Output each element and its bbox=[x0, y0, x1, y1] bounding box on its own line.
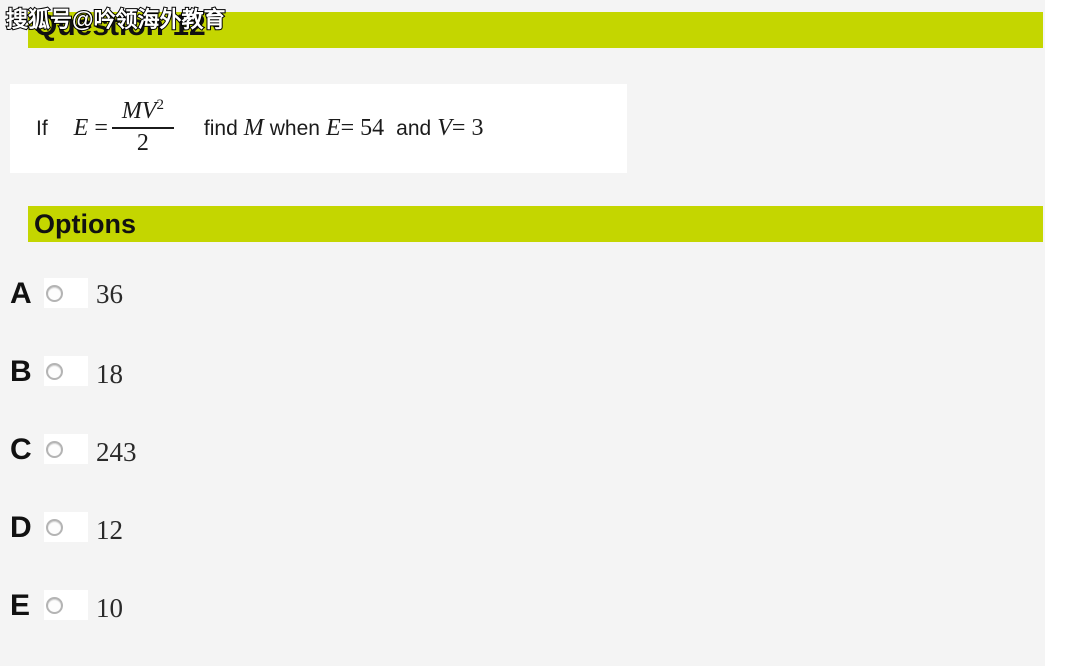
fraction-numerator-exponent: 2 bbox=[156, 97, 164, 114]
equation-unknown-symbol: M bbox=[243, 115, 264, 141]
equation-lhs-symbol: E bbox=[73, 115, 89, 141]
option-value-e: 10 bbox=[96, 593, 123, 623]
option-row-d[interactable]: D 12 bbox=[0, 510, 1045, 588]
fraction-bar bbox=[111, 126, 174, 129]
fraction-denominator: 2 bbox=[136, 129, 149, 156]
equation-given1-value: 54 bbox=[360, 115, 385, 141]
radio-button-icon[interactable] bbox=[46, 284, 63, 302]
equation-given1-symbol: E bbox=[325, 115, 341, 141]
option-letter-d: D bbox=[10, 511, 32, 544]
equation-conjunction: when bbox=[269, 116, 320, 140]
option-value-d: 12 bbox=[96, 515, 123, 545]
radio-button-icon[interactable] bbox=[46, 362, 63, 380]
options-list: A 36 B 18 C 243 D 12 E 10 bbox=[0, 276, 1045, 666]
option-row-e[interactable]: E 10 bbox=[0, 588, 1045, 666]
option-letter-b: B bbox=[10, 355, 32, 388]
page-canvas: Question 12 If E = MV2 2 find M when E =… bbox=[0, 0, 1045, 666]
option-value-a: 36 bbox=[96, 279, 123, 309]
option-value-c: 243 bbox=[96, 437, 137, 467]
option-radio-cell-b[interactable] bbox=[44, 356, 88, 386]
question-body-panel: If E = MV2 2 find M when E = 54 and V = … bbox=[10, 84, 627, 173]
equation-expression: If E = MV2 2 find M when E = 54 and V = … bbox=[36, 97, 484, 156]
equation-given1-equals: = bbox=[340, 115, 355, 141]
fraction-numerator: MV2 bbox=[116, 97, 170, 125]
options-title: Options bbox=[34, 209, 136, 239]
options-banner: Options bbox=[28, 206, 1043, 242]
option-row-a[interactable]: A 36 bbox=[0, 276, 1045, 354]
radio-button-icon[interactable] bbox=[46, 596, 63, 614]
equation-fraction: MV2 2 bbox=[111, 97, 174, 156]
option-radio-cell-d[interactable] bbox=[44, 512, 88, 542]
watermark-text: 搜狐号@吟领海外教育 bbox=[5, 6, 226, 33]
option-value-b: 18 bbox=[96, 359, 123, 389]
radio-button-icon[interactable] bbox=[46, 440, 63, 458]
fraction-numerator-base: MV bbox=[121, 98, 157, 125]
option-radio-cell-e[interactable] bbox=[44, 590, 88, 620]
option-letter-c: C bbox=[10, 433, 32, 466]
equation-given2-symbol: V bbox=[437, 115, 452, 141]
option-letter-a: A bbox=[10, 277, 32, 310]
option-radio-cell-a[interactable] bbox=[44, 278, 88, 308]
equation-prefix: If bbox=[36, 116, 48, 140]
option-row-c[interactable]: C 243 bbox=[0, 432, 1045, 510]
equation-and: and bbox=[396, 116, 432, 140]
equation-equals-sign: = bbox=[94, 115, 108, 141]
equation-instruction: find bbox=[203, 116, 238, 140]
equation-given2-value: 3 bbox=[471, 115, 484, 141]
option-radio-cell-c[interactable] bbox=[44, 434, 88, 464]
radio-button-icon[interactable] bbox=[46, 518, 63, 536]
equation-given2-equals: = bbox=[451, 115, 466, 141]
option-row-b[interactable]: B 18 bbox=[0, 354, 1045, 432]
option-letter-e: E bbox=[10, 589, 31, 622]
